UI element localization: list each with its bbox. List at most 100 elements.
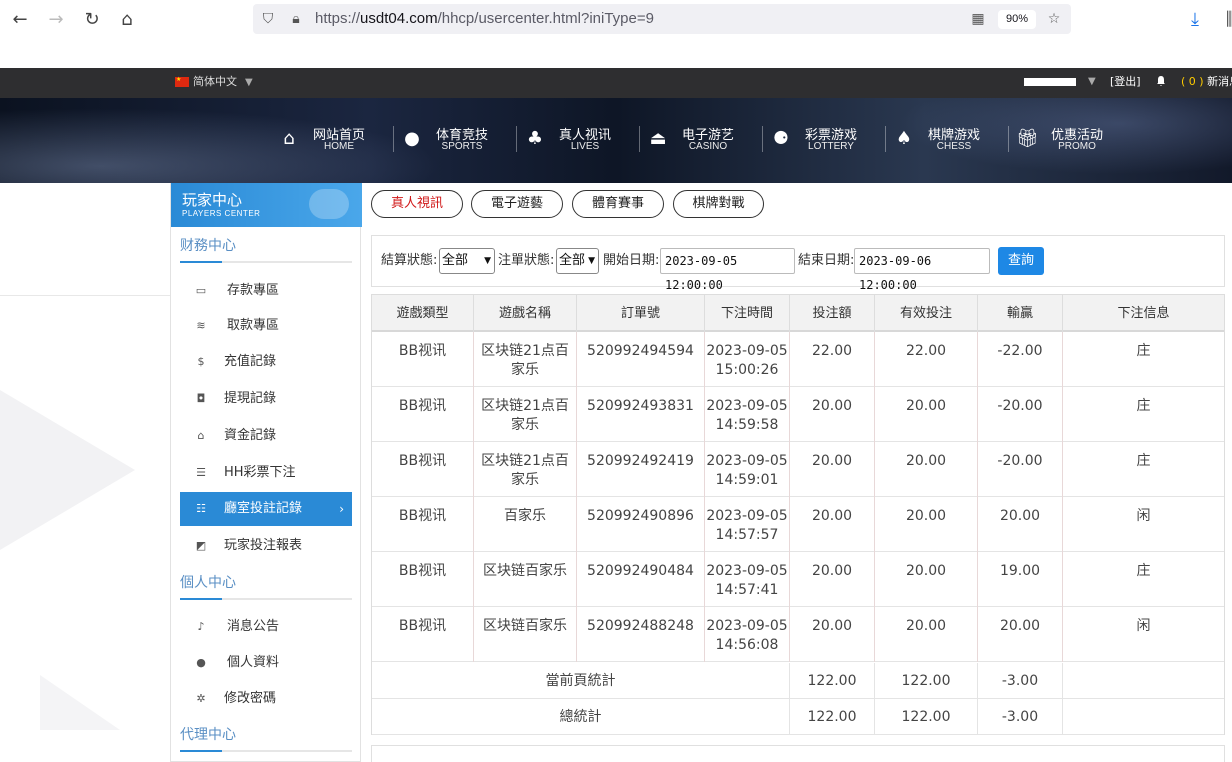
nav-casino[interactable]: ⏏ 电子游艺 CASINO — [639, 110, 762, 170]
sidebar-item-withdraw[interactable]: ≋ 取款專區 — [180, 309, 352, 343]
sidebar-item-recharge-record[interactable]: $ 充值記錄 — [180, 345, 352, 379]
col-bet-time: 下注時間 — [705, 295, 790, 332]
home-icon[interactable]: ⌂ — [115, 8, 139, 32]
spade-icon: ♠ — [895, 128, 913, 149]
sidebar-item-profile[interactable]: ● 個人資料 — [180, 646, 352, 680]
col-order-number: 訂單號 — [577, 295, 705, 332]
user-menu-caret-icon[interactable]: ▼ — [1088, 68, 1096, 96]
zoom-level[interactable]: 90% — [998, 10, 1036, 29]
joystick-icon: ⏏ — [649, 128, 667, 149]
col-game-type: 遊戲類型 — [372, 295, 474, 332]
username-redacted — [1024, 78, 1076, 86]
grand-total-row: 總統計 122.00 122.00 -3.00 — [372, 699, 1224, 735]
nav-home[interactable]: ⌂ 网站首页 HOME — [270, 110, 393, 170]
section-finance: 财務中心 — [180, 238, 236, 254]
messages-link[interactable]: ( 0 ) 新消息 — [1181, 68, 1232, 96]
table-row: BB视讯 区块链21点百家乐 520992493831 2023-09-05 14… — [372, 387, 1224, 442]
cash-icon: ≋ — [196, 319, 206, 332]
nav-lives[interactable]: ♣ 真人视讯 LIVES — [516, 110, 639, 170]
sidebar-item-announcements[interactable]: ♪ 消息公告 — [180, 610, 352, 644]
hero-banner: ⌂ 网站首页 HOME ● 体育竞技 SPORTS ♣ 真人视讯 LIVES ⏏… — [0, 98, 1232, 183]
tab-sports-events[interactable]: 體育賽事 — [572, 190, 664, 218]
bank-icon: ⌂ — [197, 429, 205, 442]
user-icon: ● — [196, 656, 206, 669]
col-bet-amount: 投注額 — [790, 295, 875, 332]
lock-icon: 🔒︎ — [292, 11, 300, 27]
bet-record-table: 遊戲類型 遊戲名稱 訂單號 下注時間 投注額 有效投注 輸贏 下注信息 BB视讯… — [371, 294, 1225, 735]
sidebar: 玩家中心 PLAYERS CENTER 财務中心 ▭ 存款專區 ≋ 取款專區 $ 充值… — [170, 183, 362, 762]
sidebar-item-withdraw-record[interactable]: ◘ 提現記錄 — [180, 382, 352, 416]
chart-icon: ◩ — [195, 539, 207, 552]
chevron-down-icon: ▼ — [484, 256, 491, 266]
sidebar-item-fund-record[interactable]: ⌂ 資金記錄 — [180, 419, 352, 453]
tab-live-video[interactable]: 真人視訊 — [371, 190, 463, 218]
nav-promo[interactable]: 🎁︎ 优惠活动 PROMO — [1008, 110, 1131, 170]
forward-arrow-icon[interactable]: → — [44, 8, 68, 32]
url-bar[interactable]: ⛉ 🔒︎ https://usdt04.com/hhcp/usercenter.… — [253, 4, 1071, 34]
sidebar-item-hh-lottery[interactable]: ☰ HH彩票下注 — [180, 456, 352, 490]
decorative-triangle — [40, 620, 120, 730]
site-topbar: 简体中文 ▼ ▼ [登出] ( 0 ) 新消息 — [0, 68, 1232, 98]
tab-chess-cards[interactable]: 棋牌對戰 — [673, 190, 764, 218]
settle-status-label: 結算狀態: — [381, 253, 438, 268]
table-header: 遊戲類型 遊戲名稱 訂單號 下注時間 投注額 有效投注 輸贏 下注信息 — [372, 295, 1224, 332]
sidebar-item-hall-bet-record[interactable]: ☷ 廳室投註記錄 › — [180, 492, 352, 526]
sidebar-item-player-report[interactable]: ◩ 玩家投注報表 — [180, 529, 352, 563]
section-agent: 代理中心 — [180, 727, 236, 743]
home-icon: ⌂ — [283, 128, 295, 149]
players-center-subtitle: PLAYERS CENTER — [182, 209, 261, 218]
logout-link[interactable]: [登出] — [1110, 68, 1141, 96]
qr-code-icon[interactable]: ▦ — [969, 10, 987, 28]
nav-chess[interactable]: ♠ 棋牌游戏 CHESS — [885, 110, 1008, 170]
col-win-loss: 輸贏 — [978, 295, 1063, 332]
language-selector[interactable]: 简体中文 ▼ — [175, 68, 253, 97]
language-label: 简体中文 — [193, 75, 237, 88]
message-count: ( 0 ) — [1181, 75, 1204, 88]
url-path: /hhcp/usercenter.html?iniType=9 — [437, 10, 654, 27]
pagination-area — [371, 745, 1225, 762]
sidebar-item-change-password[interactable]: ✲ 修改密碼 — [180, 682, 352, 716]
ball-icon: ● — [404, 128, 420, 149]
bet-status-label: 注單狀態: — [498, 253, 555, 268]
nav-lottery[interactable]: ⚈ 彩票游戏 LOTTERY — [762, 110, 885, 170]
moneybag-icon: $ — [197, 355, 205, 368]
back-arrow-icon[interactable]: ← — [8, 8, 32, 32]
url-prefix: https:// — [315, 10, 361, 27]
players-center-header: 玩家中心 PLAYERS CENTER — [171, 183, 362, 227]
library-icon[interactable]: ⫼ — [1218, 8, 1232, 32]
start-date-label: 開始日期: — [603, 253, 660, 268]
tab-electronic-games[interactable]: 電子遊藝 — [471, 190, 563, 218]
url-domain: usdt04.com — [360, 10, 438, 27]
browser-toolbar: ← → ↻ ⌂ ⛉ 🔒︎ https://usdt04.com/hhcp/use… — [0, 0, 1232, 68]
col-bet-info: 下注信息 — [1117, 306, 1170, 321]
card-icon: ▭ — [195, 284, 207, 297]
decorative-triangle — [0, 390, 135, 550]
gamepad-icon — [309, 189, 349, 219]
bookmark-star-icon[interactable]: ☆ — [1045, 10, 1063, 28]
chevron-down-icon: ▼ — [245, 77, 253, 88]
table-row: BB视讯 区块链百家乐 520992490484 2023-09-05 14:57… — [372, 552, 1224, 607]
list-icon: ☰ — [196, 466, 206, 479]
nav-sports[interactable]: ● 体育竞技 SPORTS — [393, 110, 516, 170]
download-icon[interactable]: ⤓ — [1183, 8, 1207, 32]
cards-icon: ♣ — [526, 128, 544, 149]
query-button[interactable]: 查詢 — [998, 247, 1044, 275]
chevron-right-icon: › — [339, 502, 344, 516]
bell-icon[interactable] — [1155, 75, 1167, 87]
table-row: BB视讯 区块链21点百家乐 520992494594 2023-09-05 15… — [372, 332, 1224, 387]
start-date-input[interactable]: 2023-09-05 12:00:00 — [660, 248, 795, 292]
lottery-balls-icon: ⚈ — [772, 128, 790, 149]
page-total-row: 當前頁統計 122.00 122.00 -3.00 — [372, 663, 1224, 699]
url-text[interactable]: https://usdt04.com/hhcp/usercenter.html?… — [315, 4, 654, 34]
end-date-input[interactable]: 2023-09-06 12:00:00 — [854, 248, 990, 292]
chevron-down-icon: ▼ — [588, 256, 595, 266]
record-icon: ☷ — [196, 502, 206, 515]
sidebar-item-deposit[interactable]: ▭ 存款專區 — [180, 274, 352, 308]
bet-status-select[interactable]: 全部 ▼ — [556, 248, 599, 274]
reload-icon[interactable]: ↻ — [80, 8, 104, 32]
shield-icon[interactable]: ⛉ — [259, 10, 277, 28]
players-center-title: 玩家中心 — [182, 191, 243, 209]
section-personal: 個人中心 — [180, 575, 236, 591]
settle-status-select[interactable]: 全部 ▼ — [439, 248, 495, 274]
wallet-icon: ◘ — [196, 392, 206, 405]
